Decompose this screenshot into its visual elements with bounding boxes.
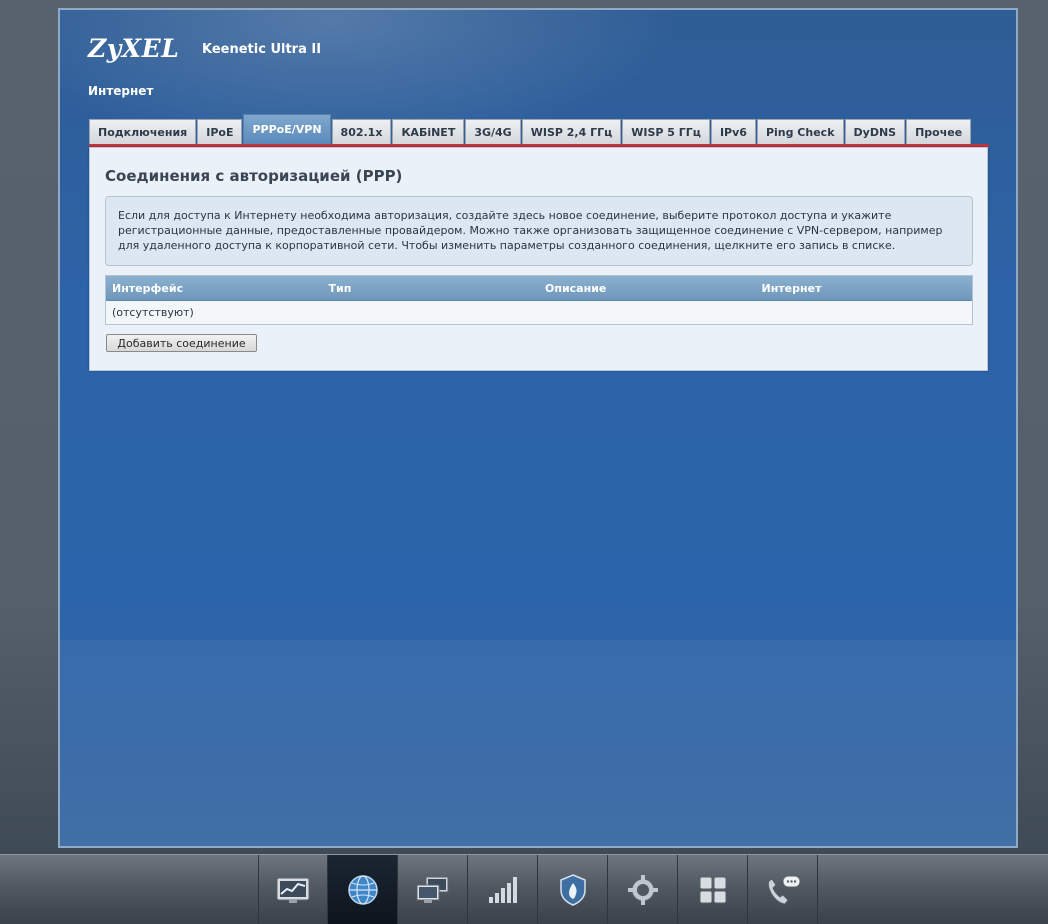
tab-ipv6[interactable]: IPv6 — [710, 119, 756, 144]
tab-pppoe-vpn[interactable]: PPPoE/VPN — [243, 114, 331, 144]
tab-ipoe[interactable]: IPoE — [197, 119, 243, 144]
gear-icon — [627, 875, 658, 905]
connections-table: Интерфейс Тип Описание Интернет (отсутст… — [105, 275, 973, 325]
column-type[interactable]: Тип — [323, 282, 540, 295]
info-box: Если для доступа к Интернету необходима … — [105, 196, 973, 266]
signal-bars-icon — [488, 877, 517, 903]
table-row-empty: (отсутствуют) — [112, 306, 194, 319]
computers-icon — [416, 876, 448, 903]
globe-icon — [347, 875, 378, 905]
page-title: Интернет — [88, 84, 154, 98]
add-connection-button[interactable]: Добавить соединение — [106, 334, 257, 352]
tab-3g-4g[interactable]: 3G/4G — [465, 119, 521, 144]
tab-802-1x[interactable]: 802.1x — [331, 119, 392, 144]
phone-chat-icon — [767, 875, 800, 905]
dock-apps[interactable] — [678, 855, 748, 924]
main-frame: ZyXEL Keenetic Ultra II Интернет Подключ… — [58, 8, 1018, 848]
model-name: Keenetic Ultra II — [202, 42, 322, 57]
tab-other[interactable]: Прочее — [906, 119, 972, 144]
dock-home-network[interactable] — [398, 855, 468, 924]
dock-monitor[interactable] — [258, 855, 328, 924]
zyxel-logo: ZyXEL — [88, 34, 180, 63]
monitor-chart-icon — [276, 877, 310, 903]
tab-dydns[interactable]: DyDNS — [844, 119, 906, 144]
panel-title: Соединения с авторизацией (PPP) — [105, 167, 403, 185]
table-header: Интерфейс Тип Описание Интернет — [106, 276, 972, 301]
tab-bar: Подключения IPoE PPPoE/VPN 802.1x КАБiNE… — [89, 114, 972, 144]
column-internet[interactable]: Интернет — [756, 282, 973, 295]
shield-flame-icon — [559, 874, 586, 906]
dock-phone[interactable] — [748, 855, 818, 924]
tab-kabinet[interactable]: КАБiNET — [392, 119, 465, 144]
tab-connections[interactable]: Подключения — [89, 119, 197, 144]
tab-wisp-2-4[interactable]: WISP 2,4 ГГц — [521, 119, 622, 144]
dock-security[interactable] — [538, 855, 608, 924]
dock-wifi[interactable] — [468, 855, 538, 924]
dock-system[interactable] — [608, 855, 678, 924]
content-panel: Соединения с авторизацией (PPP) Если для… — [89, 147, 988, 371]
column-interface[interactable]: Интерфейс — [106, 282, 323, 295]
tab-ping-check[interactable]: Ping Check — [756, 119, 844, 144]
apps-grid-icon — [699, 876, 726, 904]
bottom-dock — [0, 854, 1048, 924]
tab-wisp-5[interactable]: WISP 5 ГГц — [622, 119, 710, 144]
dock-internet[interactable] — [328, 855, 398, 924]
column-description[interactable]: Описание — [539, 282, 756, 295]
